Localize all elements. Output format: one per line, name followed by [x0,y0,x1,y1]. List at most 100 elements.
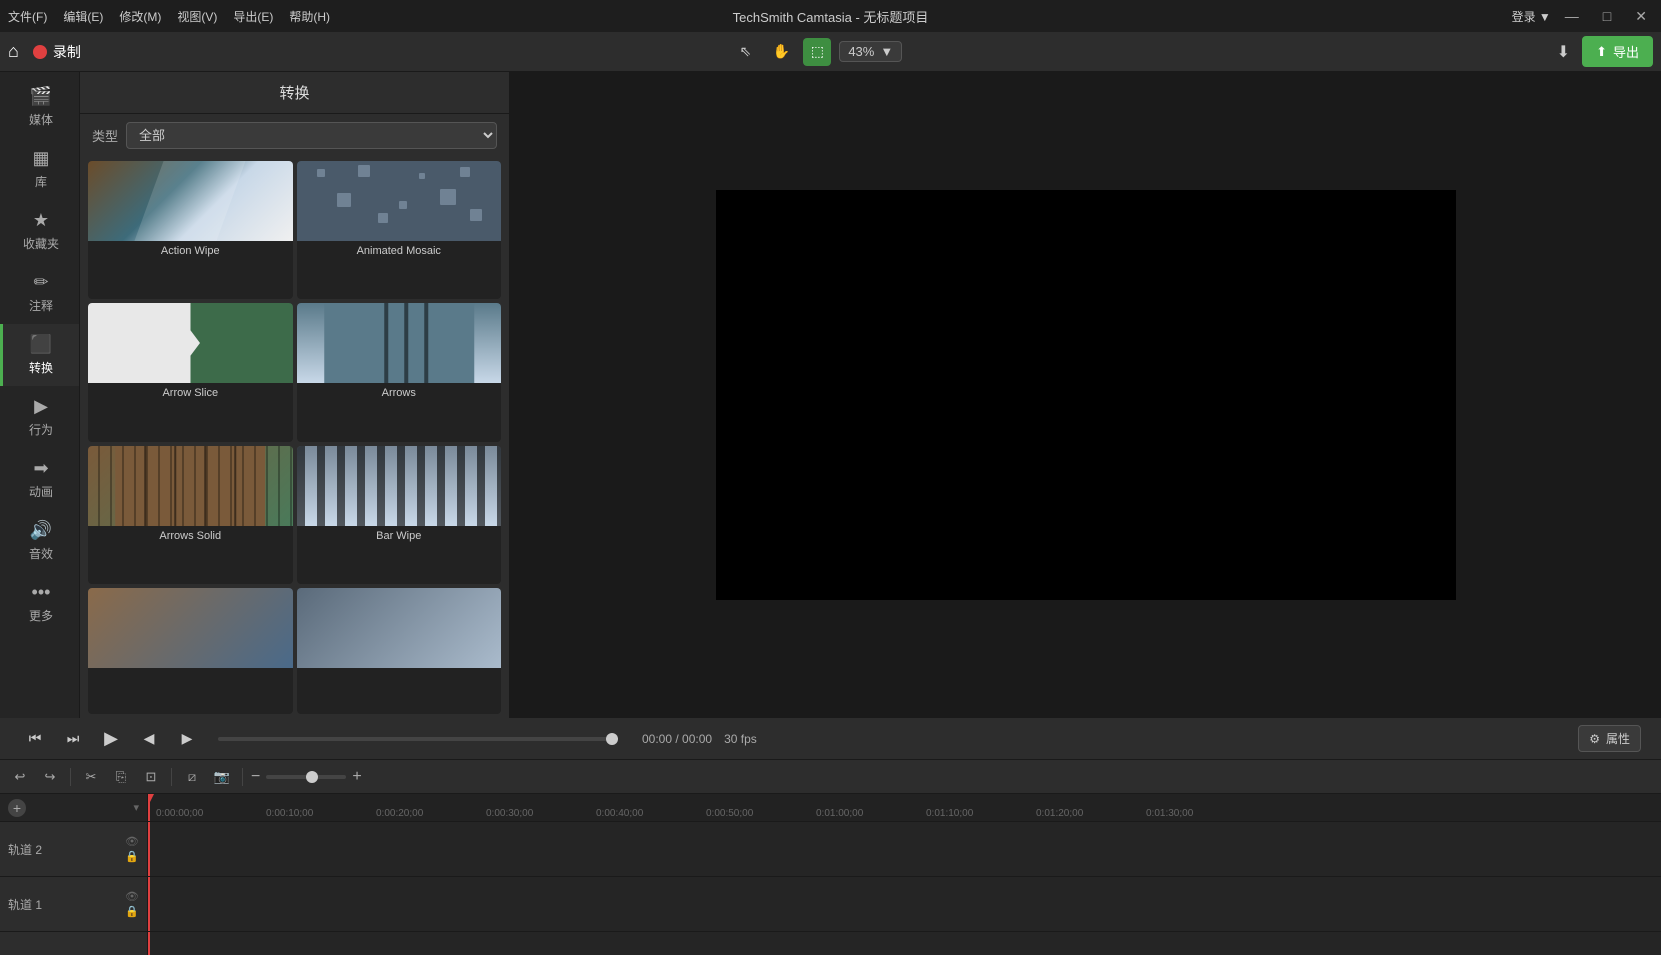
zoom-dropdown-icon: ▼ [880,44,893,59]
animation-icon: ➡ [33,458,48,479]
arrows-thumb [297,303,502,383]
toolbar-right: ⬇ ⬆ 导出 [1553,36,1653,67]
transition-animated-mosaic[interactable]: Animated Mosaic [297,161,502,299]
export-button[interactable]: ⬆ 导出 [1582,36,1653,67]
close-button[interactable]: ✕ [1629,6,1653,27]
paste-button[interactable]: ⊡ [139,765,163,789]
transition-action-wipe[interactable]: Action Wipe [88,161,293,299]
timeline-tracks-container: + ▾ 轨道 2 👁 🔒 轨道 1 👁 🔒 [0,794,1661,955]
playback-bar: ⏮ ⏭ ▶ ◀ ▶ 00:00 / 00:00 30 fps ⚙ 属性 [0,718,1661,760]
type-filter-select[interactable]: 全部切换溶解擦除推移 [126,122,497,149]
login-button[interactable]: 登录 ▼ [1512,8,1551,25]
menu-modify[interactable]: 修改(M) [119,8,161,25]
maximize-button[interactable]: □ [1597,6,1617,27]
arrow-slice-thumb [88,303,293,383]
playback-slider[interactable] [218,737,618,741]
hand-tool-button[interactable]: ✋ [767,38,795,66]
arrows-svg [297,303,502,383]
transition-partial7[interactable] [88,588,293,714]
track-2-controls: 👁 🔒 [125,835,139,863]
track-1-lock-icon[interactable]: 🔒 [125,905,139,918]
copy-button[interactable]: ⎘ [109,765,133,789]
timeline-content: 0:00:00;00 0:00:10;00 0:00:20;00 0:00:30… [148,794,1661,955]
sidebar-item-annotations[interactable]: ✏ 注释 [0,262,79,324]
bar-wipe-thumb [297,446,502,526]
ruler-mark-8: 0:01:20;00 [1036,808,1146,819]
menu-export[interactable]: 导出(E) [233,8,273,25]
sidebar-item-audio[interactable]: 🔊 音效 [0,510,79,572]
select-tool-button[interactable]: ⇖ [731,38,759,66]
split-view-button[interactable]: ⧄ [180,765,204,789]
arrows-solid-label: Arrows Solid [157,526,223,546]
next-frame-button[interactable]: ▶ [172,724,202,754]
prev-frame-button[interactable]: ◀ [134,724,164,754]
ruler-mark-2: 0:00:20;00 [376,808,486,819]
track-2-eye-icon[interactable]: 👁 [125,835,139,848]
play-button[interactable]: ▶ [96,724,126,754]
cut-button[interactable]: ✂ [79,765,103,789]
zoom-track[interactable] [266,775,346,779]
track-lane-1[interactable] [148,877,1661,932]
toolbar-separator-2 [171,768,172,786]
zoom-value: 43% [848,44,874,59]
zoom-selector[interactable]: 43% ▼ [839,41,902,62]
track-collapse-icon[interactable]: ▾ [133,801,139,814]
zoom-knob[interactable] [306,771,318,783]
transitions-panel: 转换 类型 全部切换溶解擦除推移 Action Wipe [80,72,510,718]
sidebar-item-behavior[interactable]: ▶ 行为 [0,386,79,448]
sidebar-label-favorites: 收藏夹 [23,235,59,252]
transition-partial8[interactable] [297,588,502,714]
transition-bar-wipe[interactable]: Bar Wipe [297,446,502,584]
menu-help[interactable]: 帮助(H) [289,8,330,25]
sidebar-item-library[interactable]: ▦ 库 [0,138,79,200]
time-total: 00:00 [682,732,712,746]
crop-tool-button[interactable]: ⬚ [803,38,831,66]
rewind-button[interactable]: ⏮ [20,724,50,754]
fps-display: 30 fps [724,732,757,746]
add-track-button[interactable]: + [8,799,26,817]
main-toolbar: ⌂ 录制 ⇖ ✋ ⬚ 43% ▼ ⬇ ⬆ 导出 [0,32,1661,72]
sidebar-item-animation[interactable]: ➡ 动画 [0,448,79,510]
sidebar-item-more[interactable]: ••• 更多 [0,572,79,634]
step-back-button[interactable]: ⏭ [58,724,88,754]
track-1-eye-icon[interactable]: 👁 [125,890,139,903]
undo-button[interactable]: ↩ [8,765,32,789]
download-icon[interactable]: ⬇ [1553,38,1574,66]
menu-file[interactable]: 文件(F) [8,8,47,25]
redo-button[interactable]: ↪ [38,765,62,789]
timeline-toolbar: ↩ ↪ ✂ ⎘ ⊡ ⧄ 📷 − + [0,760,1661,794]
sidebar-item-media[interactable]: 🎬 媒体 [0,76,79,138]
menu-edit[interactable]: 编辑(E) [63,8,103,25]
track-lane-2[interactable] [148,822,1661,877]
zoom-out-button[interactable]: − [251,768,260,786]
partial7-thumb [88,588,293,668]
filter-label: 类型 [92,126,118,145]
transition-arrows[interactable]: Arrows [297,303,502,441]
transition-arrows-solid[interactable]: Arrows Solid [88,446,293,584]
arrow-slice-preview [88,303,293,383]
time-current: 00:00 [642,732,672,746]
properties-button[interactable]: ⚙ 属性 [1578,725,1641,752]
record-button[interactable]: 录制 [33,42,81,62]
sidebar-label-more: 更多 [29,607,53,624]
ruler-mark-3: 0:00:30;00 [486,808,596,819]
zoom-in-button[interactable]: + [352,768,361,786]
ruler-mark-9: 0:01:30;00 [1146,808,1256,819]
menu-bar[interactable]: 文件(F) 编辑(E) 修改(M) 视图(V) 导出(E) 帮助(H) [8,8,330,25]
track-header: + ▾ [0,794,147,822]
snapshot-button[interactable]: 📷 [210,765,234,789]
partial8-preview [297,588,502,668]
home-icon[interactable]: ⌂ [8,41,19,62]
sidebar-item-transitions[interactable]: ⬛ 转换 [0,324,79,386]
behavior-icon: ▶ [34,396,48,417]
menu-view[interactable]: 视图(V) [177,8,217,25]
transition-arrow-slice[interactable]: Arrow Slice [88,303,293,441]
window-controls[interactable]: — □ ✕ [1559,6,1653,27]
playback-thumb[interactable] [606,733,618,745]
track-2-label: 轨道 2 [8,841,42,858]
animated-mosaic-thumb [297,161,502,241]
track-2-lock-icon[interactable]: 🔒 [125,850,139,863]
sidebar-item-favorites[interactable]: ★ 收藏夹 [0,200,79,262]
sidebar-label-library: 库 [35,173,47,190]
minimize-button[interactable]: — [1559,6,1585,27]
